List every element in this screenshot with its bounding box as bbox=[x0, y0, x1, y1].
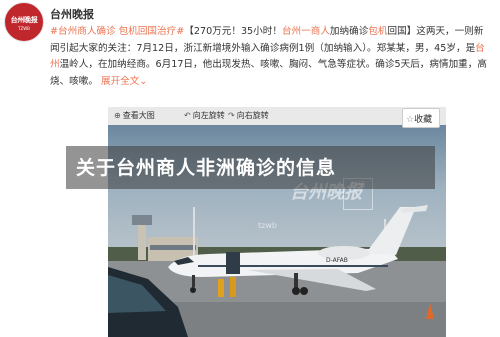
avatar[interactable]: 台州晚报 TZWB bbox=[4, 2, 44, 42]
banner-title: 关于台州商人非洲确诊的信息 bbox=[76, 157, 337, 179]
watermark-sub: tzwb bbox=[258, 221, 277, 230]
headline-end: 回国】 bbox=[387, 26, 417, 37]
view-large-label: 查看大图 bbox=[122, 111, 155, 120]
ground-crew-person bbox=[230, 277, 236, 297]
expand-link[interactable]: 展开全文⌄ bbox=[101, 76, 147, 87]
avatar-logo-text: 台州晚报 bbox=[10, 15, 38, 24]
post-text: #台州商人确诊 包机回国治疗#【270万元！35小时！台州一商人加纳确诊包机回国… bbox=[50, 24, 490, 90]
headline-link[interactable]: 台州一商人 bbox=[282, 26, 330, 37]
headline-link-2[interactable]: 包机 bbox=[368, 26, 387, 37]
aircraft-registration: D-AFAB bbox=[326, 257, 348, 264]
terminal-windows bbox=[150, 245, 196, 250]
avatar-logo-sub: TZWB bbox=[18, 26, 30, 31]
rotate-left-button[interactable]: ↶ 向左旋转 bbox=[184, 110, 225, 121]
star-icon: ☆ bbox=[406, 115, 415, 125]
headline-mid: 加纳确诊 bbox=[329, 26, 369, 37]
zoom-icon: ⊕ bbox=[114, 111, 121, 120]
control-tower bbox=[138, 222, 146, 260]
landing-gear-front bbox=[192, 275, 195, 287]
ground-crew-person bbox=[218, 279, 224, 297]
aircraft-door bbox=[226, 252, 240, 274]
view-large-button[interactable]: ⊕ 查看大图 bbox=[114, 110, 155, 121]
airplane-photo: D-AFAB bbox=[108, 107, 446, 337]
rotate-left-icon: ↶ bbox=[184, 111, 191, 120]
collect-label: 收藏 bbox=[414, 115, 433, 125]
account-name[interactable]: 台州晚报 bbox=[50, 6, 94, 22]
rotate-right-label: 向右旋转 bbox=[236, 111, 269, 120]
landing-gear-main bbox=[294, 273, 298, 289]
wheel bbox=[292, 287, 300, 295]
rotate-right-button[interactable]: ↷ 向右旋转 bbox=[228, 110, 269, 121]
wheel bbox=[190, 287, 196, 293]
headline-text: 【270万元！35小时！ bbox=[184, 26, 282, 37]
light-pole bbox=[193, 207, 195, 259]
collect-button[interactable]: ☆收藏 bbox=[402, 108, 440, 128]
rotate-left-label: 向左旋转 bbox=[192, 111, 225, 120]
image-toolbar: ⊕ 查看大图 ↶ 向左旋转 ↷ 向右旋转 bbox=[108, 107, 446, 125]
rotate-right-icon: ↷ bbox=[228, 111, 235, 120]
chevron-down-icon: ⌄ bbox=[139, 75, 148, 87]
title-banner: 关于台州商人非洲确诊的信息 bbox=[66, 146, 435, 189]
control-tower-cab bbox=[132, 215, 152, 225]
wheel bbox=[300, 287, 308, 295]
expand-label: 展开全文 bbox=[101, 75, 140, 87]
topic-link[interactable]: #台州商人确诊 包机回国治疗# bbox=[50, 26, 184, 37]
